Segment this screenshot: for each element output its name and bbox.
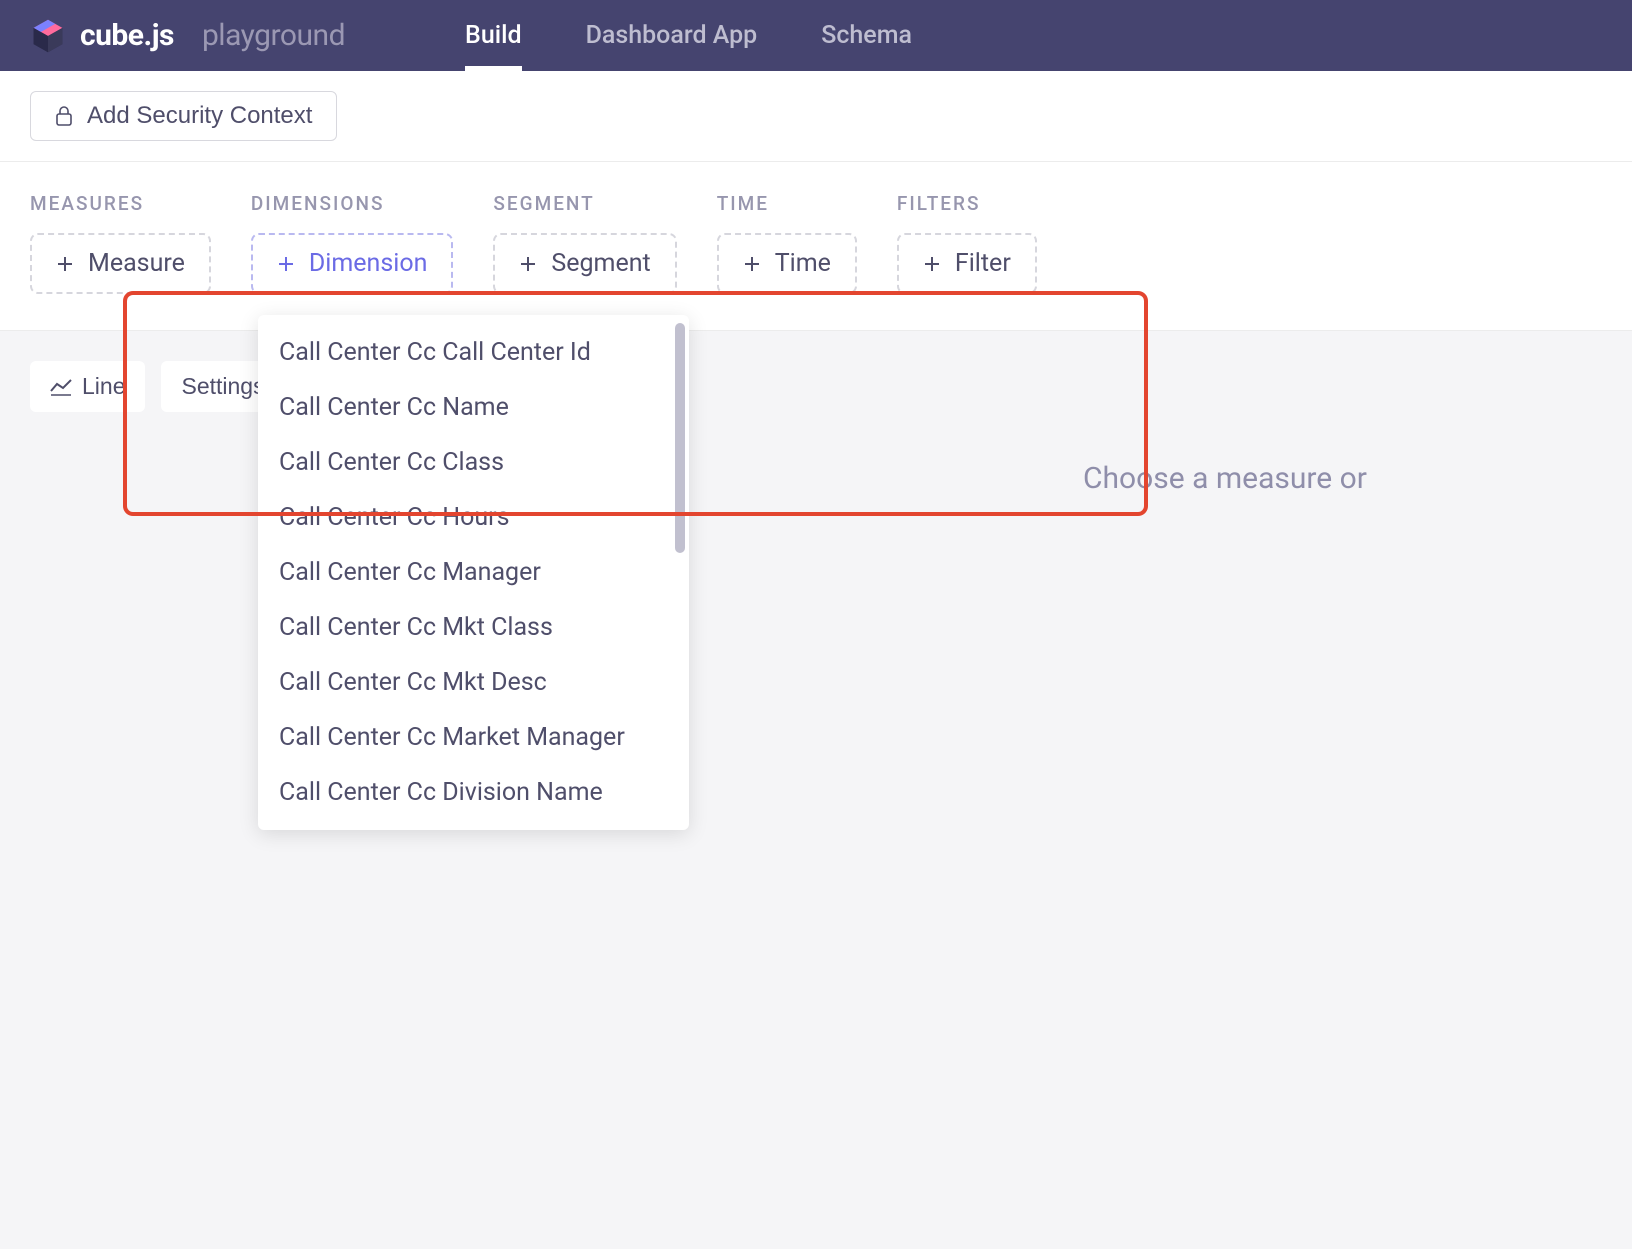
group-label: TIME (717, 192, 857, 215)
dropdown-item[interactable]: Call Center Cc Hours (258, 490, 689, 545)
dropdown-item[interactable]: Call Center Cc Division Name (258, 765, 689, 820)
group-label: SEGMENT (493, 192, 676, 215)
cube-logo-icon (30, 18, 66, 54)
nav-tab-build[interactable]: Build (433, 0, 554, 71)
builder-group-time: TIME Time (717, 192, 857, 294)
group-label: MEASURES (30, 192, 211, 215)
builder-group-dimensions: DIMENSIONS Dimension (251, 192, 454, 294)
nav-label: Schema (821, 21, 912, 50)
dropdown-item[interactable]: Call Center Cc Mkt Class (258, 600, 689, 655)
plus-icon (277, 255, 295, 273)
security-button-label: Add Security Context (87, 102, 312, 130)
chart-area: Line Settings Choose a measure or (0, 331, 1632, 1249)
dropdown-item[interactable]: Call Center Cc Market Manager (258, 710, 689, 765)
dropdown-item[interactable]: Call Center Cc Manager (258, 545, 689, 600)
brand-subtitle: playground (202, 18, 345, 53)
dropdown-item[interactable]: Call Center Cc Name (258, 380, 689, 435)
plus-icon (743, 255, 761, 273)
builder-group-measures: MEASURES Measure (30, 192, 211, 294)
settings-label: Settings (181, 373, 264, 400)
dropdown-item[interactable]: Call Center Cc Class (258, 435, 689, 490)
lock-icon (55, 106, 73, 126)
chip-label: Time (775, 249, 831, 278)
brand-name: cube.js (80, 18, 174, 53)
group-label: DIMENSIONS (251, 192, 454, 215)
nav-label: Build (465, 21, 522, 50)
add-filter-chip[interactable]: Filter (897, 233, 1037, 294)
add-security-context-button[interactable]: Add Security Context (30, 91, 337, 141)
main-nav: Build Dashboard App Schema (433, 0, 944, 71)
plus-icon (519, 255, 537, 273)
chip-label: Filter (955, 249, 1011, 278)
chip-label: Measure (88, 249, 185, 278)
plus-icon (923, 255, 941, 273)
nav-label: Dashboard App (586, 21, 758, 50)
dropdown-item[interactable]: Call Center Cc Call Center Id (258, 325, 689, 380)
chart-type-button[interactable]: Line (30, 361, 145, 412)
nav-tab-schema[interactable]: Schema (789, 0, 944, 71)
dropdown-item[interactable]: Call Center Cc Mkt Desc (258, 655, 689, 710)
line-chart-icon (50, 378, 72, 396)
toolbar: Add Security Context (0, 71, 1632, 162)
plus-icon (56, 255, 74, 273)
logo: cube.js playground (30, 18, 345, 54)
dimension-dropdown: Call Center Cc Call Center Id Call Cente… (258, 315, 689, 830)
app-header: cube.js playground Build Dashboard App S… (0, 0, 1632, 71)
add-segment-chip[interactable]: Segment (493, 233, 676, 294)
builder-group-filters: FILTERS Filter (897, 192, 1037, 294)
chart-type-label: Line (82, 373, 125, 400)
chip-label: Dimension (309, 249, 428, 278)
chip-label: Segment (551, 249, 650, 278)
add-measure-chip[interactable]: Measure (30, 233, 211, 294)
builder-group-segment: SEGMENT Segment (493, 192, 676, 294)
empty-state-message: Choose a measure or (1083, 461, 1367, 496)
scrollbar-thumb[interactable] (675, 323, 685, 553)
nav-tab-dashboard-app[interactable]: Dashboard App (554, 0, 790, 71)
query-builder-row: MEASURES Measure DIMENSIONS Dimension SE… (0, 162, 1632, 331)
dropdown-scroll[interactable]: Call Center Cc Call Center Id Call Cente… (258, 325, 689, 820)
add-time-chip[interactable]: Time (717, 233, 857, 294)
add-dimension-chip[interactable]: Dimension (251, 233, 454, 294)
group-label: FILTERS (897, 192, 1037, 215)
